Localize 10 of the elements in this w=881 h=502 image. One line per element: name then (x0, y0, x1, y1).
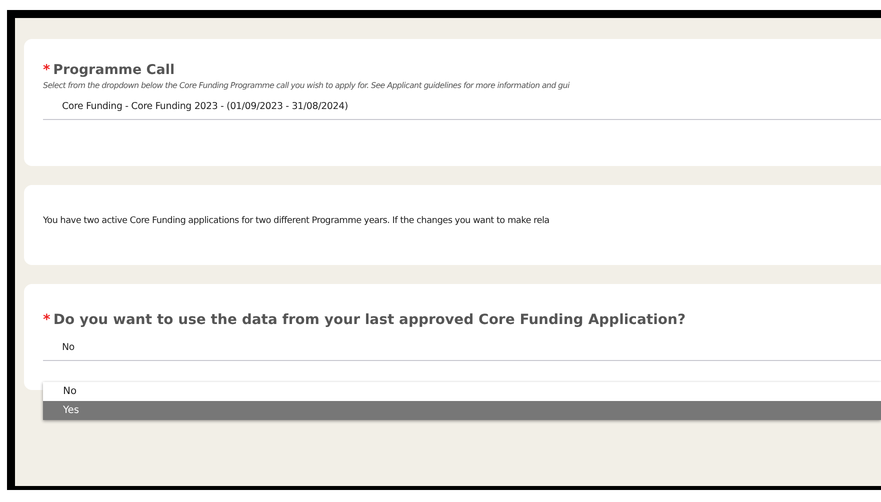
help-text: Select from the dropdown below the Core Funding Programme call you wish to apply for. See Applicant guidelines for more information and gui (43, 81, 571, 90)
notice-text: You have two active Core Funding applications for two different Programme years. If the changes you want to make rela (43, 216, 550, 226)
answer-select[interactable]: No (43, 328, 881, 361)
dropdown-option[interactable]: No (43, 382, 881, 401)
required-marker: * (43, 312, 50, 328)
programme-select[interactable]: Core Funding - Core Funding 2023 - (01/09/2023 - 31/08/2024) (43, 90, 881, 120)
question-label: Do you want to use the data from your last approved Core Funding Application? (53, 312, 686, 328)
field-label: Programme Call (53, 62, 175, 78)
dropdown-option[interactable]: Yes (43, 401, 881, 420)
required-marker: * (43, 62, 50, 78)
